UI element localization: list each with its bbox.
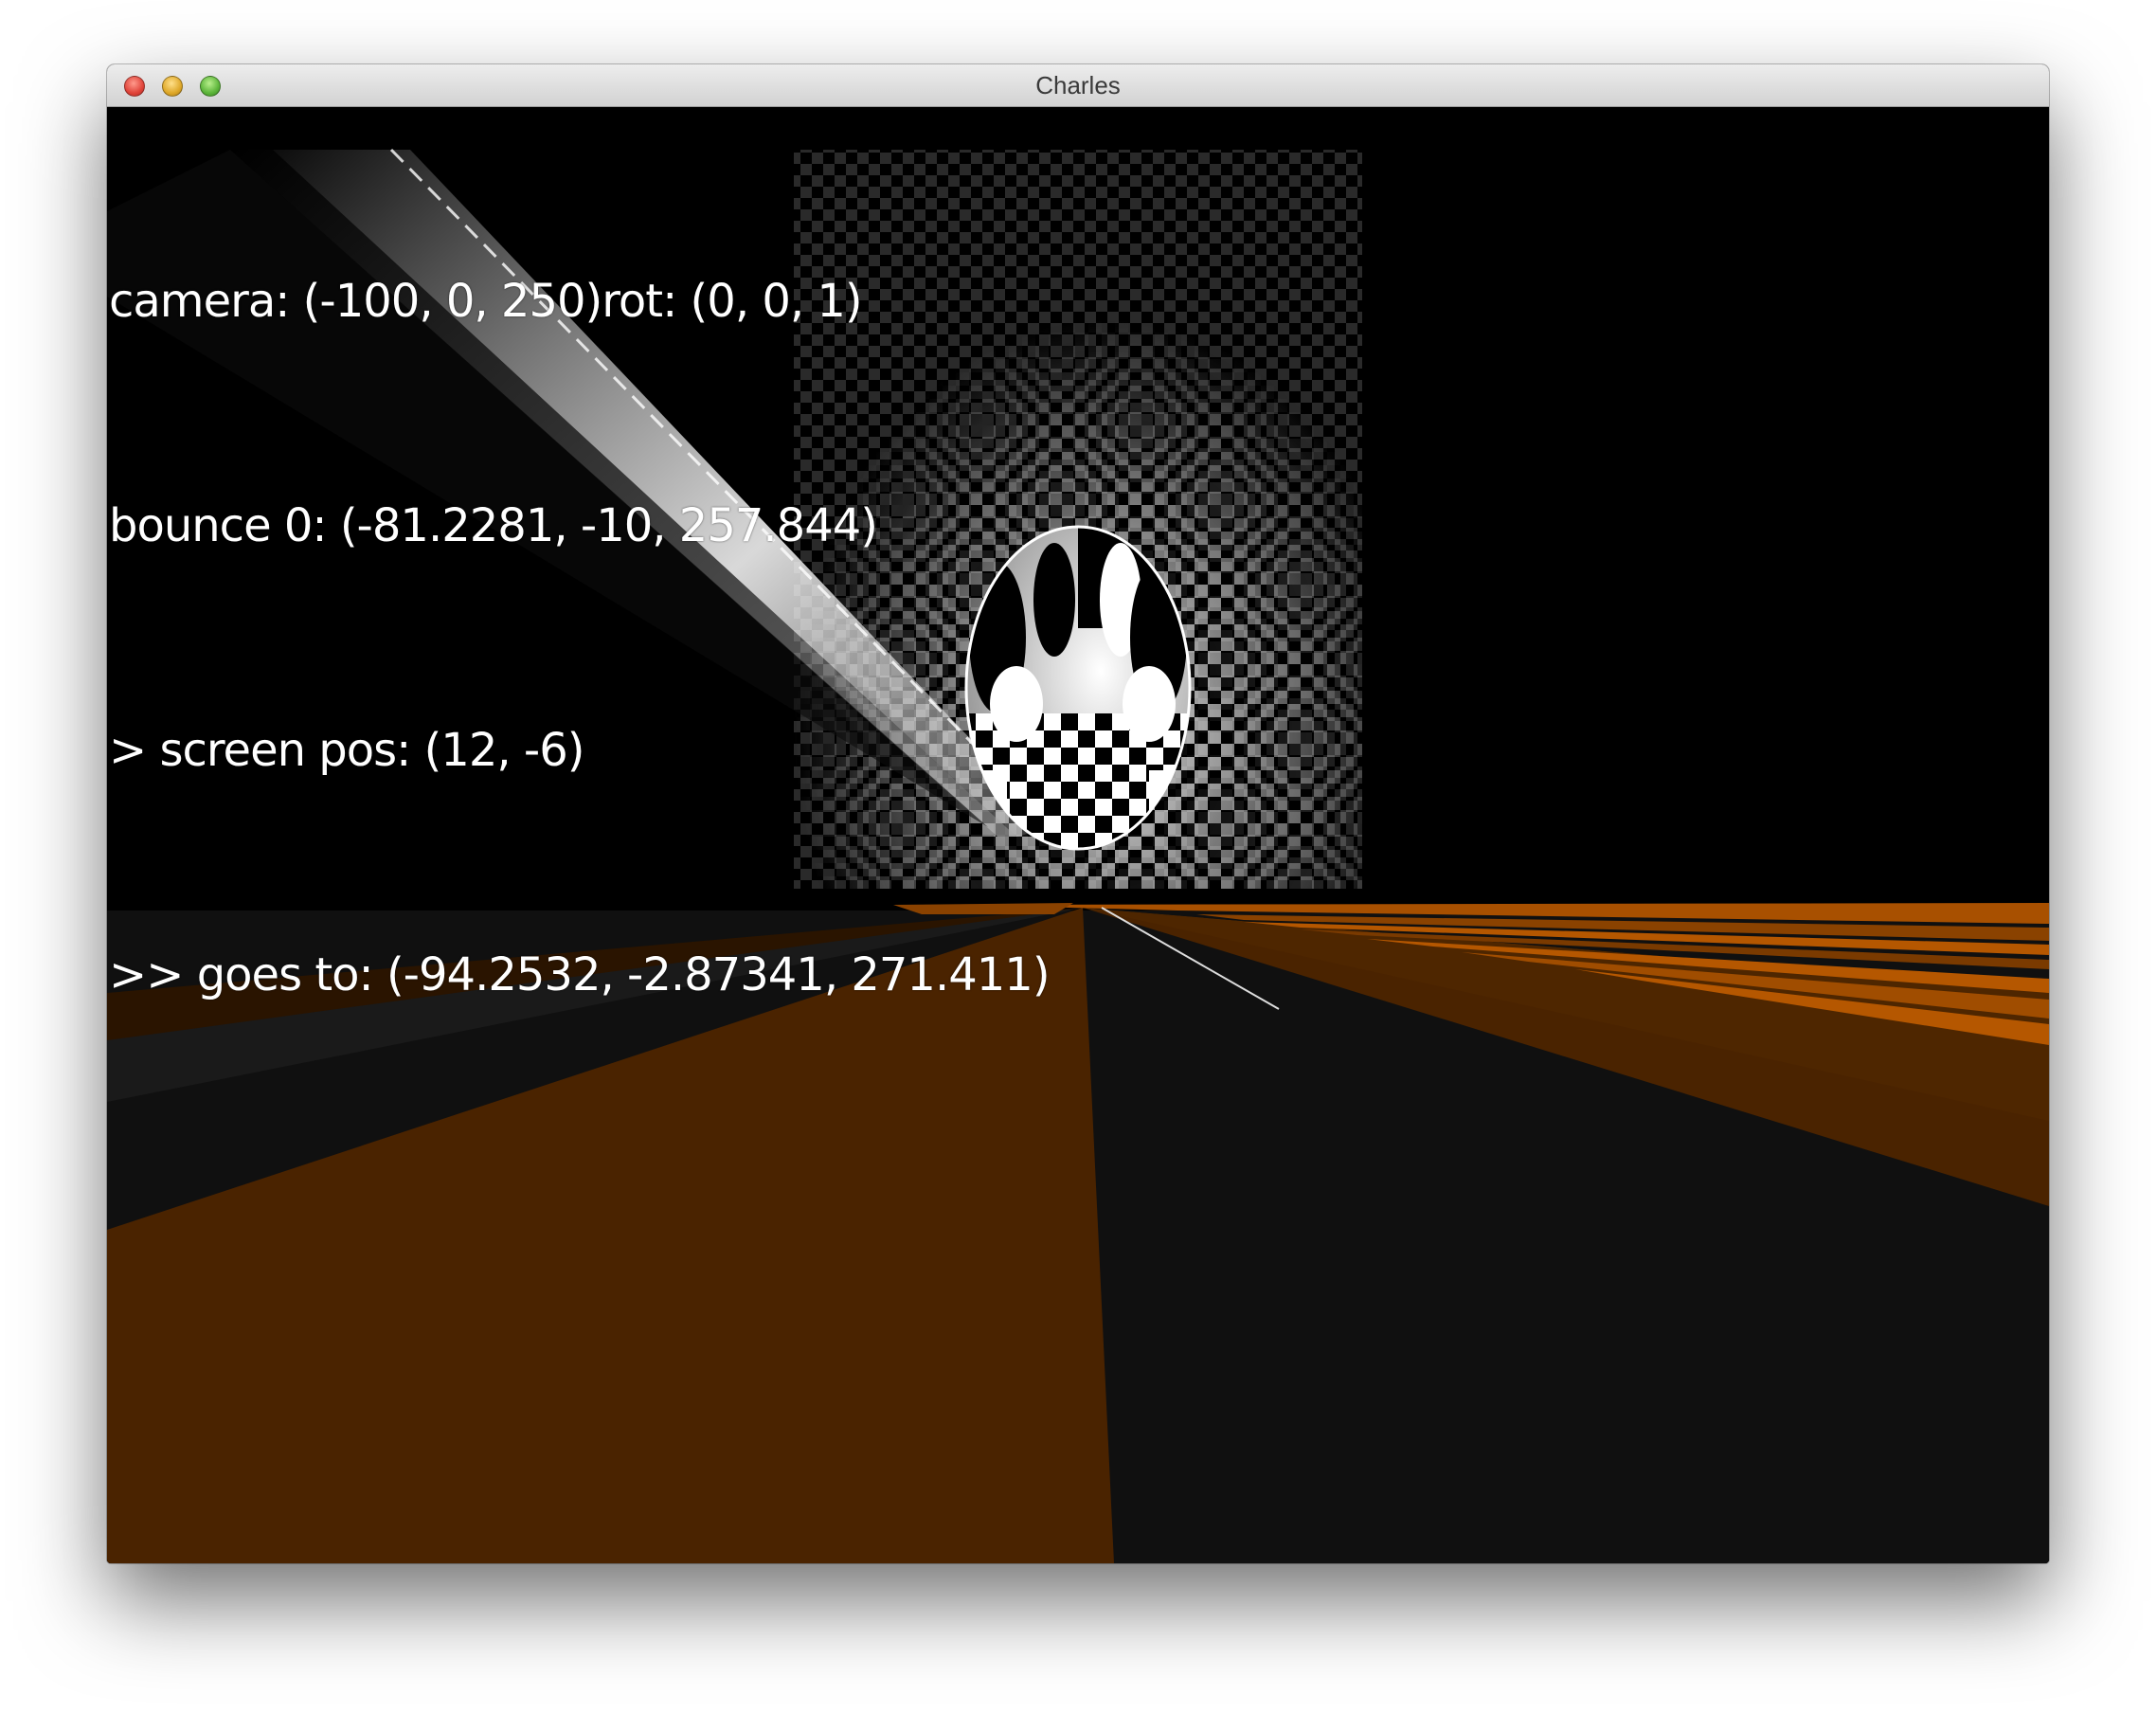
bounce-readout: bounce 0: (-81.2281, -10, 257.844)	[109, 499, 878, 552]
debug-overlay: camera: (-100, 0, 250)rot: (0, 0, 1) bou…	[109, 115, 1051, 1163]
goes-to-readout: >> goes to: (-94.2532, -2.87341, 271.411…	[109, 948, 1051, 1001]
camera-readout: camera: (-100, 0, 250)rot: (0, 0, 1)	[109, 275, 863, 328]
window-title: Charles	[1035, 71, 1121, 99]
title-bar[interactable]: Charles	[107, 64, 2049, 107]
app-window: Charles camera: (-100, 0, 250)rot: (0, 0…	[107, 64, 2049, 1563]
screen-pos-readout: > screen pos: (12, -6)	[109, 724, 584, 777]
render-canvas[interactable]: camera: (-100, 0, 250)rot: (0, 0, 1) bou…	[107, 107, 2049, 1563]
